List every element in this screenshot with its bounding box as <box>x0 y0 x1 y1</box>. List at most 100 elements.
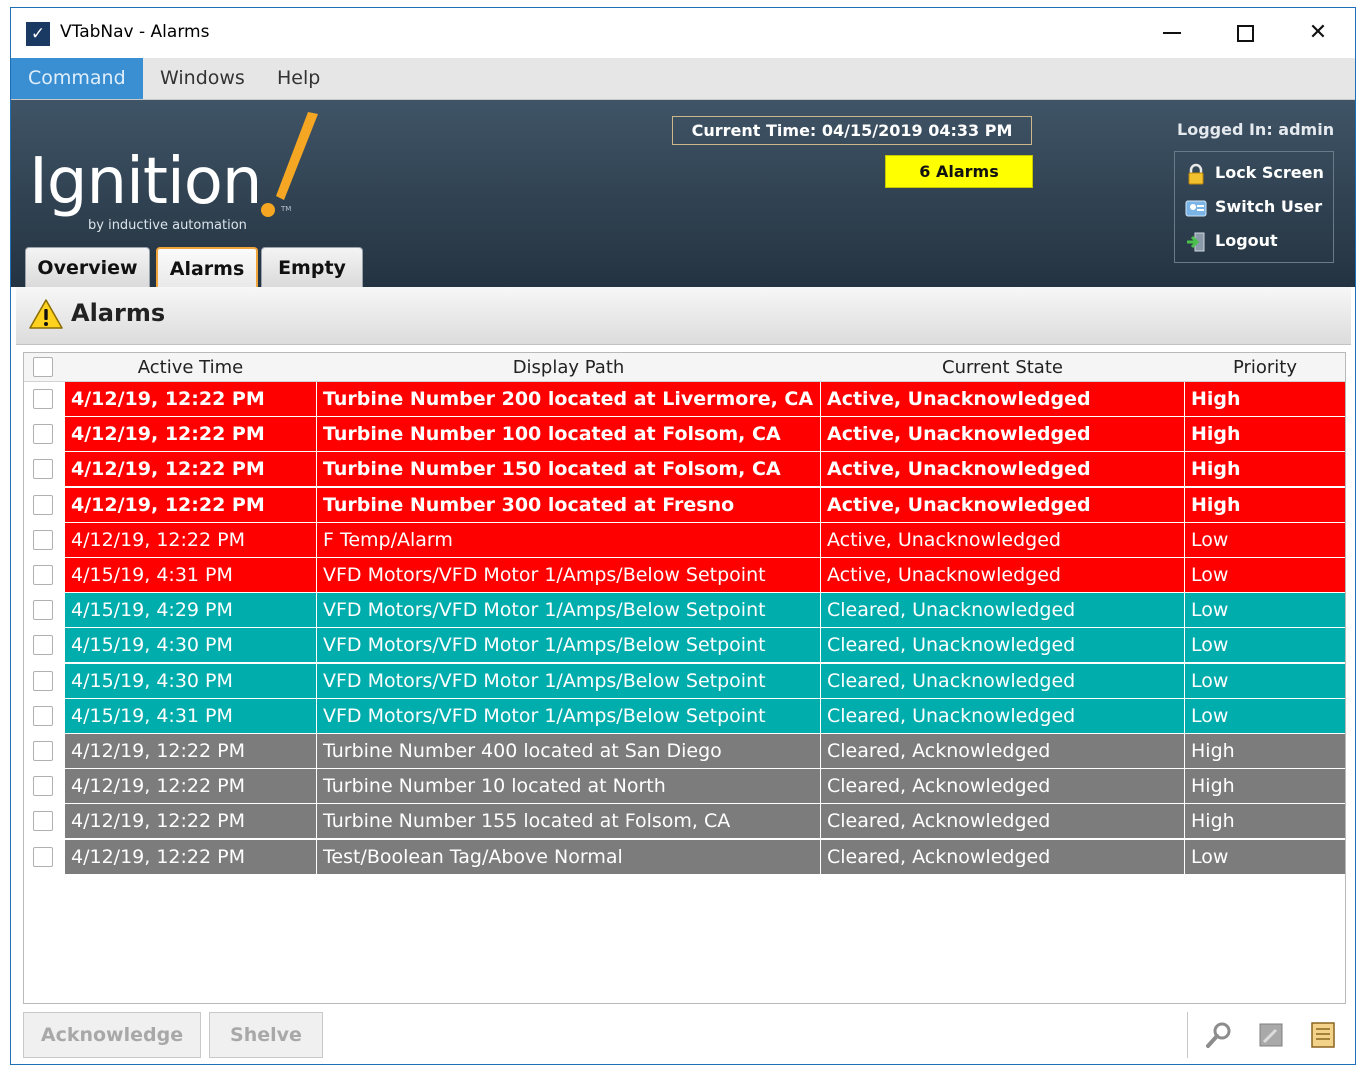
cell-display-path: Turbine Number 300 located at Fresno <box>317 487 820 522</box>
column-current-state[interactable]: Current State <box>821 353 1184 382</box>
cell-priority: High <box>1185 804 1345 839</box>
edit-icon[interactable] <box>1256 1020 1286 1050</box>
table-row[interactable]: 4/12/19, 12:22 PM Turbine Number 155 loca… <box>24 804 1345 839</box>
row-checkbox[interactable] <box>33 494 53 515</box>
cell-active-time: 4/15/19, 4:31 PM <box>65 558 316 592</box>
switch-user-button[interactable]: Switch User <box>1185 194 1322 220</box>
cell-current-state: Active, Unacknowledged <box>821 558 1184 592</box>
table-row[interactable]: 4/15/19, 4:31 PM VFD Motors/VFD Motor 1/A… <box>24 698 1345 734</box>
cell-current-state: Cleared, Unacknowledged <box>821 698 1184 733</box>
column-priority[interactable]: Priority <box>1185 353 1345 382</box>
column-display-path[interactable]: Display Path <box>317 353 820 382</box>
header-banner: Ignition TM by inductive automation Curr… <box>11 100 1355 287</box>
alarm-table: Active Time Display Path Current State P… <box>23 352 1346 1004</box>
column-active-time[interactable]: Active Time <box>65 353 316 382</box>
cell-active-time: 4/12/19, 12:22 PM <box>65 804 316 839</box>
cell-priority: High <box>1185 487 1345 522</box>
row-checkbox[interactable] <box>33 776 53 797</box>
shelve-button[interactable]: Shelve <box>209 1012 323 1058</box>
row-checkbox[interactable] <box>33 565 53 585</box>
close-button[interactable]: ✕ <box>1293 16 1343 50</box>
cell-priority: Low <box>1185 593 1345 628</box>
switch-user-label: Switch User <box>1215 197 1323 216</box>
cell-display-path: Turbine Number 150 located at Folsom, CA <box>317 452 820 487</box>
tab-alarms[interactable]: Alarms <box>156 247 258 287</box>
menu-windows[interactable]: Windows <box>143 58 262 99</box>
maximize-icon <box>1236 24 1254 42</box>
row-checkbox[interactable] <box>33 670 53 691</box>
footer-divider <box>1187 1012 1188 1058</box>
row-checkbox[interactable] <box>33 846 53 867</box>
logo-subtitle: by inductive automation <box>88 218 247 233</box>
cell-display-path: VFD Motors/VFD Motor 1/Amps/Below Setpoi… <box>317 558 820 592</box>
app-window: ✓ VTabNav - Alarms ✕ Command Windows Hel… <box>10 7 1356 1065</box>
menu-help[interactable]: Help <box>260 58 337 99</box>
row-checkbox[interactable] <box>33 389 53 409</box>
cell-display-path: Turbine Number 155 located at Folsom, CA <box>317 804 820 839</box>
cell-priority: High <box>1185 452 1345 487</box>
row-checkbox[interactable] <box>33 459 53 480</box>
cell-active-time: 4/12/19, 12:22 PM <box>65 839 316 874</box>
cell-priority: Low <box>1185 698 1345 733</box>
cell-active-time: 4/15/19, 4:31 PM <box>65 698 316 733</box>
row-checkbox[interactable] <box>33 600 53 621</box>
cell-display-path: VFD Motors/VFD Motor 1/Amps/Below Setpoi… <box>317 663 820 698</box>
cell-active-time: 4/12/19, 12:22 PM <box>65 487 316 522</box>
logout-button[interactable]: Logout <box>1185 228 1278 254</box>
user-actions-panel: Lock Screen Switch User Logout <box>1174 151 1334 263</box>
lock-icon <box>1188 163 1204 184</box>
maximize-button[interactable] <box>1220 16 1270 50</box>
row-checkbox[interactable] <box>33 424 53 445</box>
cell-priority: Low <box>1185 663 1345 698</box>
cell-priority: Low <box>1185 558 1345 592</box>
cell-active-time: 4/12/19, 12:22 PM <box>65 522 316 557</box>
notes-icon[interactable] <box>1308 1020 1338 1050</box>
row-checkbox[interactable] <box>33 635 53 656</box>
select-all-checkbox[interactable] <box>33 357 53 377</box>
cell-active-time: 4/15/19, 4:30 PM <box>65 663 316 698</box>
table-row[interactable]: 4/12/19, 12:22 PM Turbine Number 100 loca… <box>24 417 1345 452</box>
cell-display-path: VFD Motors/VFD Motor 1/Amps/Below Setpoi… <box>317 593 820 628</box>
cell-display-path: F Temp/Alarm <box>317 522 820 557</box>
table-row[interactable]: 4/12/19, 12:22 PM Turbine Number 400 loca… <box>24 734 1345 769</box>
table-row[interactable]: 4/15/19, 4:30 PM VFD Motors/VFD Motor 1/A… <box>24 663 1345 699</box>
search-icon[interactable] <box>1204 1020 1234 1050</box>
table-row[interactable]: 4/12/19, 12:22 PM F Temp/Alarm Active, Una… <box>24 522 1345 558</box>
cell-current-state: Active, Unacknowledged <box>821 382 1184 416</box>
alarm-count-badge[interactable]: 6 Alarms <box>885 155 1033 188</box>
logout-icon <box>1187 232 1205 251</box>
cell-current-state: Cleared, Unacknowledged <box>821 628 1184 663</box>
menu-command[interactable]: Command <box>11 58 143 99</box>
cell-display-path: Turbine Number 400 located at San Diego <box>317 734 820 768</box>
table-row[interactable]: 4/12/19, 12:22 PM Turbine Number 10 locat… <box>24 769 1345 804</box>
cell-current-state: Cleared, Unacknowledged <box>821 593 1184 628</box>
minimize-button[interactable] <box>1147 16 1197 50</box>
table-row[interactable]: 4/12/19, 12:22 PM Turbine Number 300 loca… <box>24 487 1345 523</box>
table-row[interactable]: 4/15/19, 4:31 PM VFD Motors/VFD Motor 1/A… <box>24 558 1345 593</box>
cell-priority: Low <box>1185 839 1345 874</box>
row-checkbox[interactable] <box>33 529 53 550</box>
cell-active-time: 4/15/19, 4:29 PM <box>65 593 316 628</box>
menu-bar: Command Windows Help <box>11 58 1355 100</box>
ignition-logo: Ignition <box>29 145 262 219</box>
cell-display-path: Turbine Number 10 located at North <box>317 769 820 804</box>
table-row[interactable]: 4/15/19, 4:29 PM VFD Motors/VFD Motor 1/A… <box>24 593 1345 628</box>
cell-active-time: 4/12/19, 12:22 PM <box>65 452 316 487</box>
table-row[interactable]: 4/12/19, 12:22 PM Test/Boolean Tag/Above … <box>24 839 1345 875</box>
table-row[interactable]: 4/15/19, 4:30 PM VFD Motors/VFD Motor 1/A… <box>24 628 1345 663</box>
cell-active-time: 4/12/19, 12:22 PM <box>65 769 316 804</box>
table-header: Active Time Display Path Current State P… <box>24 353 1345 382</box>
title-bar: ✓ VTabNav - Alarms ✕ <box>11 8 1355 58</box>
tab-empty[interactable]: Empty <box>261 247 363 287</box>
row-checkbox[interactable] <box>33 705 53 726</box>
logout-label: Logout <box>1215 231 1278 250</box>
cell-display-path: VFD Motors/VFD Motor 1/Amps/Below Setpoi… <box>317 628 820 663</box>
lock-screen-button[interactable]: Lock Screen <box>1185 160 1324 186</box>
table-row[interactable]: 4/12/19, 12:22 PM Turbine Number 150 loca… <box>24 452 1345 487</box>
cell-current-state: Active, Unacknowledged <box>821 487 1184 522</box>
row-checkbox[interactable] <box>33 741 53 761</box>
acknowledge-button[interactable]: Acknowledge <box>23 1012 201 1058</box>
table-row[interactable]: 4/12/19, 12:22 PM Turbine Number 200 loca… <box>24 382 1345 417</box>
tab-overview[interactable]: Overview <box>25 247 150 287</box>
row-checkbox[interactable] <box>33 811 53 832</box>
